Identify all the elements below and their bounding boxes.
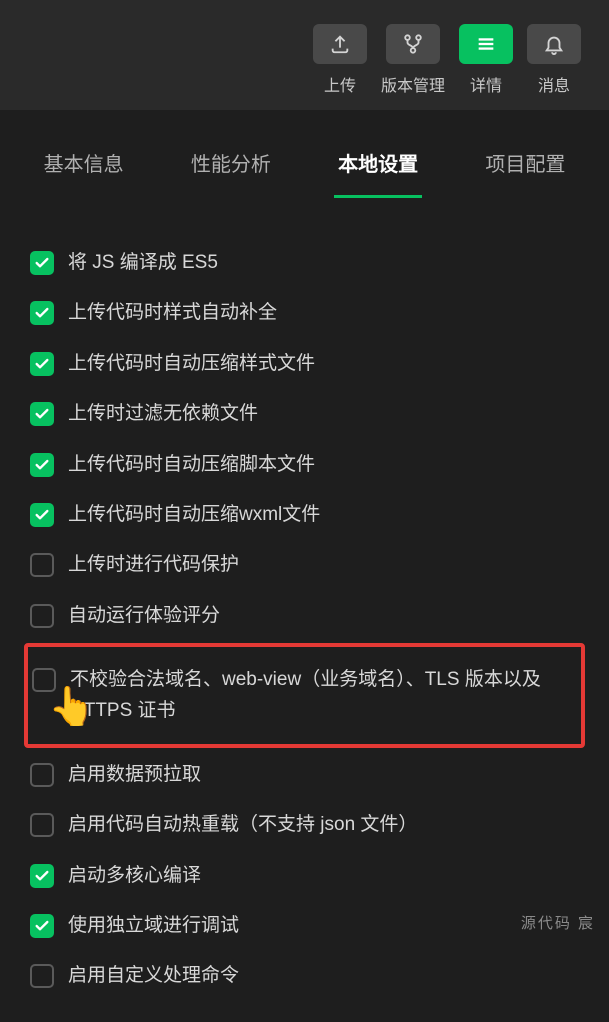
setting-checkbox[interactable] — [30, 864, 54, 888]
setting-label: 启动多核心编译 — [68, 861, 579, 891]
setting-row: 上传代码时自动压缩脚本文件 — [30, 440, 579, 490]
setting-label: 将 JS 编译成 ES5 — [68, 248, 579, 278]
top-toolbar: 上传 版本管理 详情 消息 — [0, 0, 609, 110]
setting-checkbox[interactable] — [30, 301, 54, 325]
messages-button[interactable]: 消息 — [527, 24, 581, 96]
setting-label: 上传代码时自动压缩脚本文件 — [68, 450, 579, 480]
details-label: 详情 — [470, 72, 502, 96]
setting-label: 上传代码时样式自动补全 — [68, 298, 579, 328]
setting-checkbox[interactable] — [30, 402, 54, 426]
branch-icon — [386, 24, 440, 64]
setting-row: 启用代码自动热重载（不支持 json 文件） — [30, 800, 579, 850]
footer-watermark: 源代码 宸 — [521, 912, 595, 933]
setting-checkbox[interactable] — [30, 553, 54, 577]
tab-project-config[interactable]: 项目配置 — [481, 138, 569, 198]
setting-label: 不校验合法域名、web-view（业务域名）、TLS 版本以及 HTTPS 证书 — [70, 665, 571, 726]
setting-label: 上传时进行代码保护 — [68, 550, 579, 580]
setting-row: 自动运行体验评分 — [30, 591, 579, 641]
highlight-annotation: 不校验合法域名、web-view（业务域名）、TLS 版本以及 HTTPS 证书… — [24, 643, 585, 748]
setting-checkbox[interactable] — [30, 604, 54, 628]
setting-label: 启用自定义处理命令 — [68, 961, 579, 991]
setting-label: 使用独立域进行调试 — [68, 911, 579, 941]
menu-icon — [459, 24, 513, 64]
setting-checkbox[interactable] — [30, 503, 54, 527]
tabs-bar: 基本信息 性能分析 本地设置 项目配置 — [0, 110, 609, 198]
setting-row: 上传时进行代码保护 — [30, 540, 579, 590]
tab-performance[interactable]: 性能分析 — [187, 138, 275, 198]
setting-label: 上传代码时自动压缩样式文件 — [68, 349, 579, 379]
setting-label: 启用代码自动热重载（不支持 json 文件） — [68, 810, 579, 840]
setting-label: 上传代码时自动压缩wxml文件 — [68, 500, 579, 530]
version-button[interactable]: 版本管理 — [381, 24, 445, 96]
upload-button[interactable]: 上传 — [313, 24, 367, 96]
setting-row: 启用自定义处理命令 — [30, 951, 579, 1001]
setting-checkbox[interactable] — [30, 251, 54, 275]
setting-checkbox[interactable] — [30, 352, 54, 376]
setting-checkbox[interactable] — [30, 453, 54, 477]
setting-checkbox[interactable] — [30, 914, 54, 938]
setting-row: 上传代码时样式自动补全 — [30, 288, 579, 338]
messages-label: 消息 — [538, 72, 570, 96]
settings-list: 将 JS 编译成 ES5 上传代码时样式自动补全上传代码时自动压缩样式文件上传时过… — [0, 198, 609, 1022]
setting-checkbox[interactable] — [32, 668, 56, 692]
setting-checkbox[interactable] — [30, 763, 54, 787]
setting-row: 上传代码时自动压缩wxml文件 — [30, 490, 579, 540]
upload-icon — [313, 24, 367, 64]
setting-row: 使用独立域进行调试 — [30, 901, 579, 951]
setting-row: 启用数据预拉取 — [30, 750, 579, 800]
version-label: 版本管理 — [381, 72, 445, 96]
tab-basic-info[interactable]: 基本信息 — [40, 138, 128, 198]
setting-checkbox[interactable] — [30, 964, 54, 988]
details-button[interactable]: 详情 — [459, 24, 513, 96]
setting-row: 不校验合法域名、web-view（业务域名）、TLS 版本以及 HTTPS 证书 — [32, 655, 571, 736]
upload-label: 上传 — [324, 72, 356, 96]
setting-label: 自动运行体验评分 — [68, 601, 579, 631]
setting-label: 上传时过滤无依赖文件 — [68, 399, 579, 429]
setting-checkbox[interactable] — [30, 813, 54, 837]
setting-row: 上传代码时自动压缩样式文件 — [30, 339, 579, 389]
bell-icon — [527, 24, 581, 64]
setting-row: 启动多核心编译 — [30, 851, 579, 901]
setting-row: 上传时过滤无依赖文件 — [30, 389, 579, 439]
tab-local-settings[interactable]: 本地设置 — [334, 138, 422, 198]
setting-label: 启用数据预拉取 — [68, 760, 579, 790]
setting-row: 将 JS 编译成 ES5 — [30, 238, 579, 288]
